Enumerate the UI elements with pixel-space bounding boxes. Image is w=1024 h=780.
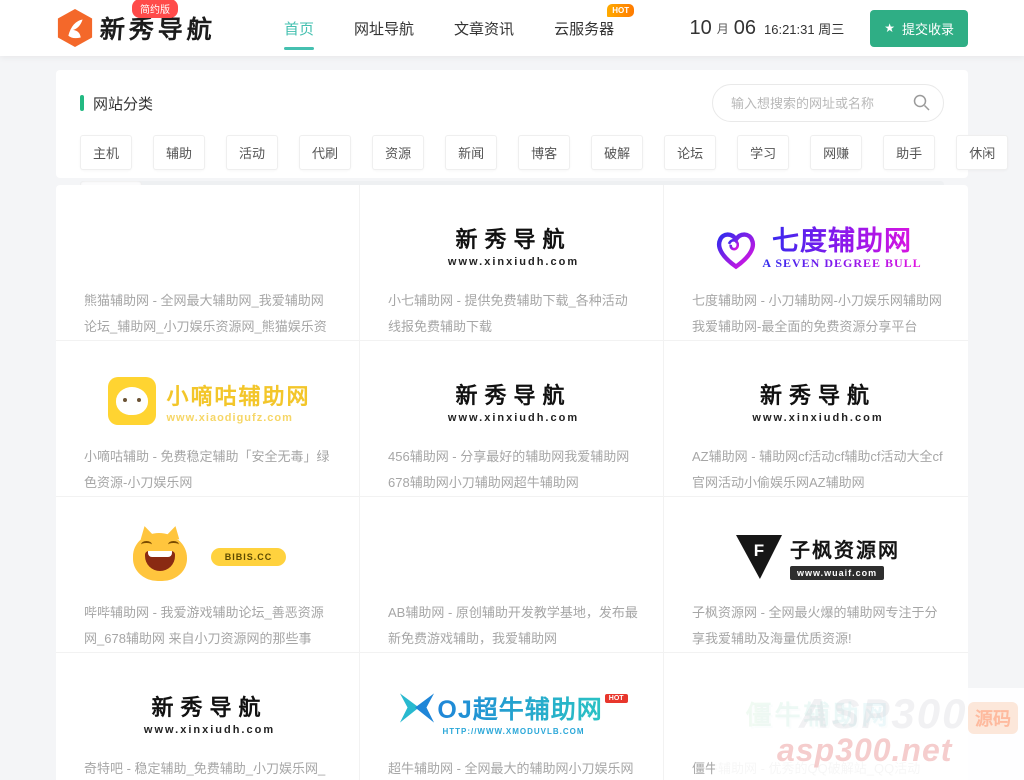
tag-wangzhuan[interactable]: 网赚	[810, 135, 862, 170]
tag-leisure[interactable]: 休闲	[956, 135, 1008, 170]
site-description: 小七辅助网 - 提供免费辅助下载_各种活动线报免费辅助下载	[388, 288, 639, 340]
site-card-xiongmao[interactable]: 熊猫辅助网 - 全网最大辅助网_我爱辅助网论坛_辅助网_小刀娱乐资源网_熊猫娱乐…	[56, 185, 360, 341]
site-description: 哔哔辅助网 - 我爱游戏辅助论坛_善恶资源网_678辅助网 来自小刀资源网的那些…	[84, 600, 335, 652]
site-description: 小嘀咕辅助 - 免费稳定辅助「安全无毒」绿色资源-小刀娱乐网	[84, 444, 335, 496]
chaoniu-logo: OJ超牛辅助网 HOT HTTP://WWW.XMODUVLB.COM	[399, 690, 627, 736]
site-card-456[interactable]: 新秀导航 www.xinxiudh.com 456辅助网 - 分享最好的辅助网我…	[360, 341, 664, 497]
site-card-qiteba[interactable]: 新秀导航 www.xinxiudh.com 奇特吧 - 稳定辅助_免费辅助_小刀…	[56, 653, 360, 780]
tag-helper[interactable]: 助手	[883, 135, 935, 170]
site-description: 456辅助网 - 分享最好的辅助网我爱辅助网678辅助网小刀辅助网超牛辅助网	[388, 444, 639, 496]
nav-url-directory[interactable]: 网址导航	[354, 0, 414, 56]
star-icon: ★	[884, 21, 895, 35]
site-description: 奇特吧 - 稳定辅助_免费辅助_小刀娱乐网_资源分享网	[84, 756, 335, 780]
nav-articles[interactable]: 文章资讯	[454, 0, 514, 56]
date-month: 10	[689, 17, 711, 40]
tag-assist[interactable]: 辅助	[153, 135, 205, 170]
laughing-cat-icon	[133, 533, 187, 581]
tag-resource[interactable]: 资源	[372, 135, 424, 170]
qidu-logo: 七度辅助网 A SEVEN DEGREE BULL	[714, 219, 921, 271]
category-panel: 网站分类 主机 辅助 活动 代刷 资源 新闻 博客 破解 论坛 学习 网赚 助手…	[56, 70, 968, 178]
xiaodigu-logo: 小嘀咕辅助网 www.xiaodigufz.com	[108, 377, 310, 425]
site-card-zifeng[interactable]: F 子枫资源网 www.wuaif.com 子枫资源网 - 全网最火爆的辅助网专…	[664, 497, 968, 653]
tag-host[interactable]: 主机	[80, 135, 132, 170]
watermark-ghost-text: ASP300	[799, 690, 967, 738]
xinxiu-logo: 新秀导航 www.xinxiudh.com	[752, 378, 883, 424]
watermark-source-badge: 源码	[968, 702, 1018, 734]
bibi-logo: BIBIS.CC	[133, 533, 287, 581]
date-month-unit: 月	[717, 20, 729, 37]
logo-version-badge: 简约版	[132, 0, 178, 18]
asp300-watermark: ASP300 源码 asp300.net	[715, 688, 1024, 780]
tag-blog[interactable]: 博客	[518, 135, 570, 170]
zifeng-logo: F 子枫资源网 www.wuaif.com	[736, 534, 900, 581]
xinxiu-logo: 新秀导航 www.xinxiudh.com	[448, 222, 579, 268]
site-card-bibi[interactable]: BIBIS.CC 哔哔辅助网 - 我爱游戏辅助论坛_善恶资源网_678辅助网 来…	[56, 497, 360, 653]
site-description: AB辅助网 - 原创辅助开发教学基地，发布最新免费游戏辅助，我爱辅助网	[388, 600, 639, 652]
x-arrows-icon	[399, 692, 435, 724]
site-card-xiaoqi[interactable]: 新秀导航 www.xinxiudh.com 小七辅助网 - 提供免费辅助下载_各…	[360, 185, 664, 341]
hot-badge: HOT	[607, 4, 634, 17]
tag-crack[interactable]: 破解	[591, 135, 643, 170]
date-day: 06	[734, 17, 756, 40]
top-header: 新秀导航 简约版 首页 网址导航 文章资讯 云服务器 HOT 10 月 06 1…	[0, 0, 1024, 56]
site-logo-empty	[84, 207, 335, 283]
site-card-az[interactable]: 新秀导航 www.xinxiudh.com AZ辅助网 - 辅助网cf活动cf辅…	[664, 341, 968, 497]
nav-cloud-server[interactable]: 云服务器 HOT	[554, 0, 614, 56]
panel-title: 网站分类	[80, 93, 153, 114]
tag-news[interactable]: 新闻	[445, 135, 497, 170]
site-description: AZ辅助网 - 辅助网cf活动cf辅助cf活动大全cf官网活动小偷娱乐网AZ辅助…	[692, 444, 944, 496]
xiaodigu-face-icon	[108, 377, 156, 425]
watermark-domain: asp300.net	[777, 732, 952, 769]
site-card-ab[interactable]: AB辅助网 - 原创辅助开发教学基地，发布最新免费游戏辅助，我爱辅助网	[360, 497, 664, 653]
tag-forum[interactable]: 论坛	[664, 135, 716, 170]
main-nav: 首页 网址导航 文章资讯 云服务器 HOT	[264, 0, 634, 56]
logo-hexagon-icon	[56, 8, 94, 48]
site-card-chaoniu[interactable]: OJ超牛辅助网 HOT HTTP://WWW.XMODUVLB.COM 超牛辅助…	[360, 653, 664, 780]
site-card-xiaodigu[interactable]: 小嘀咕辅助网 www.xiaodigufz.com 小嘀咕辅助 - 免费稳定辅助…	[56, 341, 360, 497]
tag-daishua[interactable]: 代刷	[299, 135, 351, 170]
heart-icon	[714, 229, 758, 271]
title-accent-bar	[80, 95, 84, 111]
nav-home[interactable]: 首页	[284, 0, 314, 56]
logo-hot-badge: HOT	[605, 694, 628, 703]
site-description: 七度辅助网 - 小刀辅助网-小刀娱乐网辅助网我爱辅助网-最全面的免费资源分享平台	[692, 288, 944, 340]
xinxiu-logo: 新秀导航 www.xinxiudh.com	[448, 378, 579, 424]
search-box	[712, 84, 944, 122]
tag-study[interactable]: 学习	[737, 135, 789, 170]
header-right: 10 月 06 16:21:31 周三 ★ 提交收录	[689, 10, 968, 47]
date-time: 16:21:31 周三	[764, 19, 844, 38]
triangle-f-icon: F	[736, 535, 782, 579]
site-description: 熊猫辅助网 - 全网最大辅助网_我爱辅助网论坛_辅助网_小刀娱乐资源网_熊猫娱乐…	[84, 288, 335, 340]
search-icon[interactable]	[913, 94, 930, 111]
xinxiu-logo: 新秀导航 www.xinxiudh.com	[144, 690, 275, 736]
site-logo[interactable]: 新秀导航 简约版	[56, 8, 216, 48]
category-tags: 主机 辅助 活动 代刷 资源 新闻 博客 破解 论坛 学习 网赚 助手 休闲 其…	[80, 135, 944, 170]
submit-site-button[interactable]: ★ 提交收录	[870, 10, 968, 47]
tag-activity[interactable]: 活动	[226, 135, 278, 170]
site-description: 子枫资源网 - 全网最火爆的辅助网专注于分享我爱辅助及海量优质资源!	[692, 600, 944, 652]
site-card-qidu[interactable]: 七度辅助网 A SEVEN DEGREE BULL 七度辅助网 - 小刀辅助网-…	[664, 185, 968, 341]
search-input[interactable]	[712, 84, 944, 122]
site-logo-empty	[388, 519, 639, 595]
bibi-domain-badge: BIBIS.CC	[211, 548, 287, 566]
site-description: 超牛辅助网 - 全网最大的辅助网小刀娱乐网我爱辅助论坛我爱辅助网游戏辅助论坛辅助…	[388, 756, 639, 780]
